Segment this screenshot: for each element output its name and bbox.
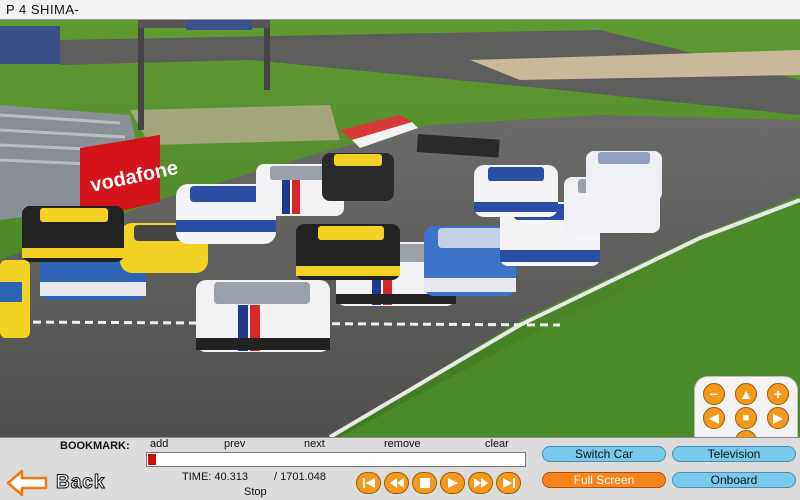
zoom-in-icon[interactable]: + [767,383,789,405]
race-scene: vodafone [0,20,800,437]
back-button[interactable]: Back [6,468,130,498]
bookmark-clear-button[interactable]: clear [485,438,509,450]
car [296,224,400,280]
zoom-out-icon[interactable]: − [703,383,725,405]
up-icon[interactable]: ▲ [735,383,757,405]
bookmark-marker[interactable] [148,454,156,465]
camera-pad: − ▲ + ◀ ■ ▶ ▼ [694,376,798,437]
time-total: / 1701.048 [274,471,326,483]
car [196,280,330,352]
switch-car-button[interactable]: Switch Car [542,446,666,462]
back-label: Back [55,472,106,494]
rewind-icon[interactable] [384,472,409,494]
title-bar: P 4 SHIMA- [0,0,800,20]
bookmark-prev-button[interactable]: prev [224,438,245,450]
gantry-post [138,20,144,130]
car [0,260,30,338]
bookmark-timeline[interactable] [146,452,526,467]
bookmark-remove-button[interactable]: remove [384,438,421,450]
onboard-button[interactable]: Onboard [672,472,796,488]
gantry-post-2 [264,20,270,90]
bookmark-next-button[interactable]: next [304,438,325,450]
bookmark-label: BOOKMARK: [60,440,130,452]
left-icon[interactable]: ◀ [703,407,725,429]
control-panel: BOOKMARK: add prev next remove clear Bac… [0,437,800,500]
fast-forward-icon[interactable] [468,472,493,494]
stop-icon[interactable] [412,472,437,494]
down-icon[interactable]: ▼ [735,430,757,437]
car [586,151,662,201]
session-title: P 4 SHIMA- [6,2,80,17]
back-arrow-icon [6,469,48,497]
stop-icon[interactable]: ■ [735,407,757,429]
sand-patch [130,105,340,145]
playback-state: Stop [244,486,267,498]
right-icon[interactable]: ▶ [767,407,789,429]
car [474,165,558,217]
bookmark-add-button[interactable]: add [150,438,168,450]
car [322,153,394,201]
television-button[interactable]: Television [672,446,796,462]
car [22,206,124,262]
time-readout: TIME: 40.313 [182,471,249,483]
play-icon[interactable] [440,472,465,494]
skip-to-end-icon[interactable] [496,472,521,494]
skip-to-start-icon[interactable] [356,472,381,494]
game-viewport[interactable]: vodafone − ▲ + ◀ ■ ▶ [0,20,800,437]
full-screen-button[interactable]: Full Screen [542,472,666,488]
